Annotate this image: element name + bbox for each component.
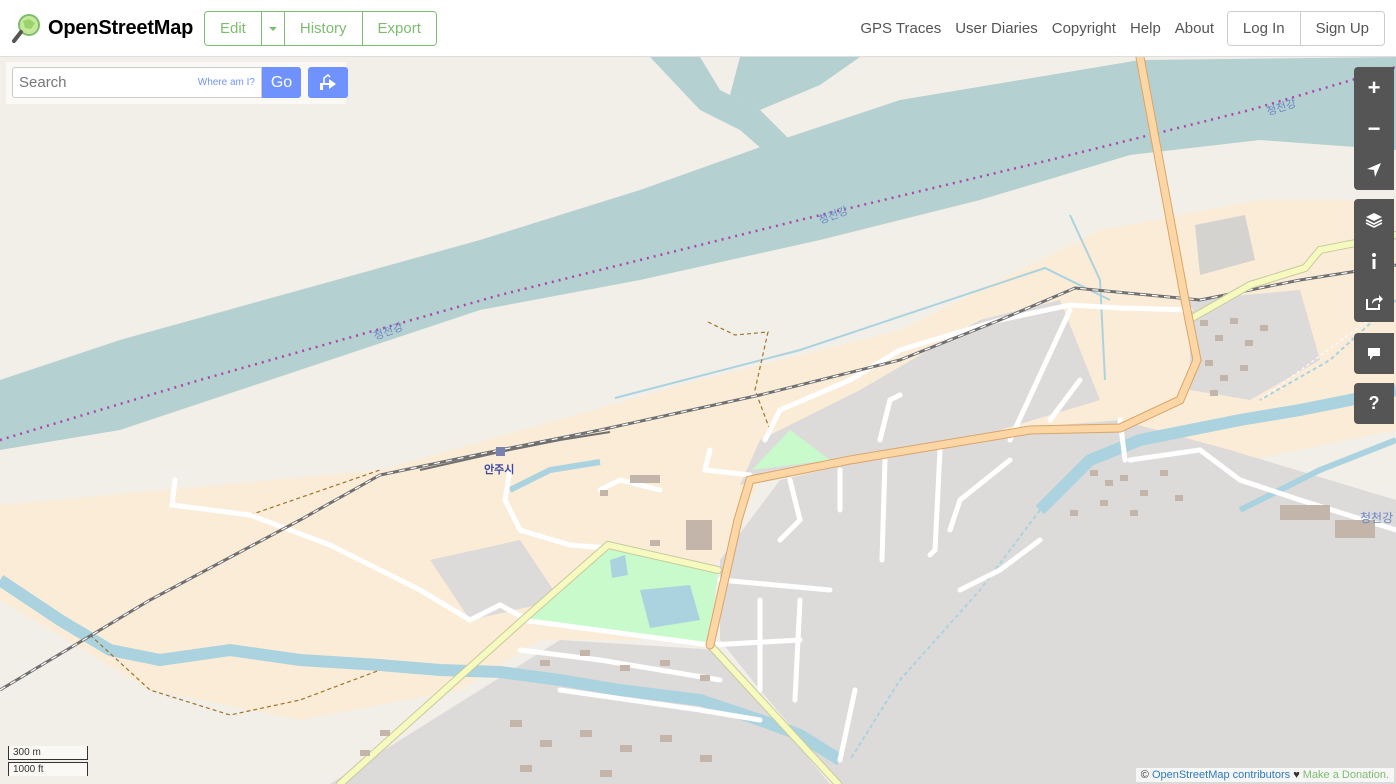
signup-button[interactable]: Sign Up [1300, 12, 1384, 45]
contributors-link[interactable]: OpenStreetMap contributors [1152, 769, 1290, 781]
attribution: © OpenStreetMap contributors ♥ Make a Do… [1135, 768, 1394, 782]
nav-help[interactable]: Help [1130, 20, 1161, 37]
query-controls: ? [1354, 383, 1394, 424]
add-note-button[interactable] [1354, 333, 1394, 374]
nav-gps-traces[interactable]: GPS Traces [860, 20, 941, 37]
where-am-i-link[interactable]: Where am I? [198, 77, 255, 88]
chevron-down-icon [268, 26, 277, 31]
info-icon [1372, 252, 1376, 269]
login-button[interactable]: Log In [1227, 12, 1301, 45]
copyright-symbol: © [1140, 769, 1149, 781]
edit-button-group: Edit History Export [204, 11, 437, 46]
history-button[interactable]: History [284, 12, 363, 45]
logo-magnifier-icon [12, 14, 40, 43]
scale-metric: 300 m [8, 746, 88, 760]
search-go-button[interactable]: Go [262, 67, 301, 98]
query-features-button[interactable]: ? [1354, 383, 1394, 424]
nav-copyright[interactable]: Copyright [1052, 20, 1116, 37]
edit-dropdown-button[interactable] [261, 12, 285, 45]
scale-imperial: 1000 ft [8, 762, 88, 776]
share-icon [1366, 294, 1383, 310]
nav-user-diaries[interactable]: User Diaries [955, 20, 1038, 37]
edit-button[interactable]: Edit [205, 12, 262, 45]
layer-controls [1354, 199, 1394, 322]
search-input[interactable] [13, 68, 205, 97]
river-label: 청천강 [1360, 511, 1394, 525]
share-button[interactable] [1354, 281, 1394, 322]
zoom-controls: + − [1354, 67, 1394, 190]
search-field: Where am I? [12, 67, 262, 98]
export-button[interactable]: Export [362, 12, 436, 45]
zoom-in-button[interactable]: + [1354, 67, 1394, 108]
header: OpenStreetMap Edit History Export GPS Tr… [0, 0, 1396, 57]
layers-icon [1365, 212, 1383, 228]
directions-button[interactable] [308, 67, 348, 98]
geolocate-button[interactable] [1354, 149, 1394, 190]
location-arrow-icon [1367, 162, 1381, 177]
note-icon [1368, 347, 1380, 360]
station-marker[interactable] [496, 447, 505, 456]
scale-bar: 300 m 1000 ft [8, 746, 91, 778]
site-logo[interactable]: OpenStreetMap [12, 12, 193, 44]
zoom-out-button[interactable]: − [1354, 108, 1394, 149]
residential-area [720, 420, 1396, 784]
heart-icon: ♥ [1293, 769, 1300, 781]
layers-button[interactable] [1354, 199, 1394, 240]
map-key-button[interactable] [1354, 240, 1394, 281]
map-canvas[interactable]: 청천강 청천강 청천강 청천강 안주시 [0, 57, 1396, 784]
station-label: 안주시 [484, 463, 515, 476]
secondary-nav: GPS Traces User Diaries Copyright Help A… [846, 11, 1214, 46]
note-controls [1354, 333, 1394, 374]
directions-icon [320, 73, 336, 90]
search-panel: Where am I? Go [6, 62, 348, 104]
nav-about[interactable]: About [1175, 20, 1214, 37]
donation-link[interactable]: Make a Donation. [1303, 769, 1389, 781]
map-tiles[interactable] [0, 57, 1396, 784]
site-title: OpenStreetMap [48, 16, 194, 39]
auth-button-group: Log In Sign Up [1226, 11, 1385, 46]
